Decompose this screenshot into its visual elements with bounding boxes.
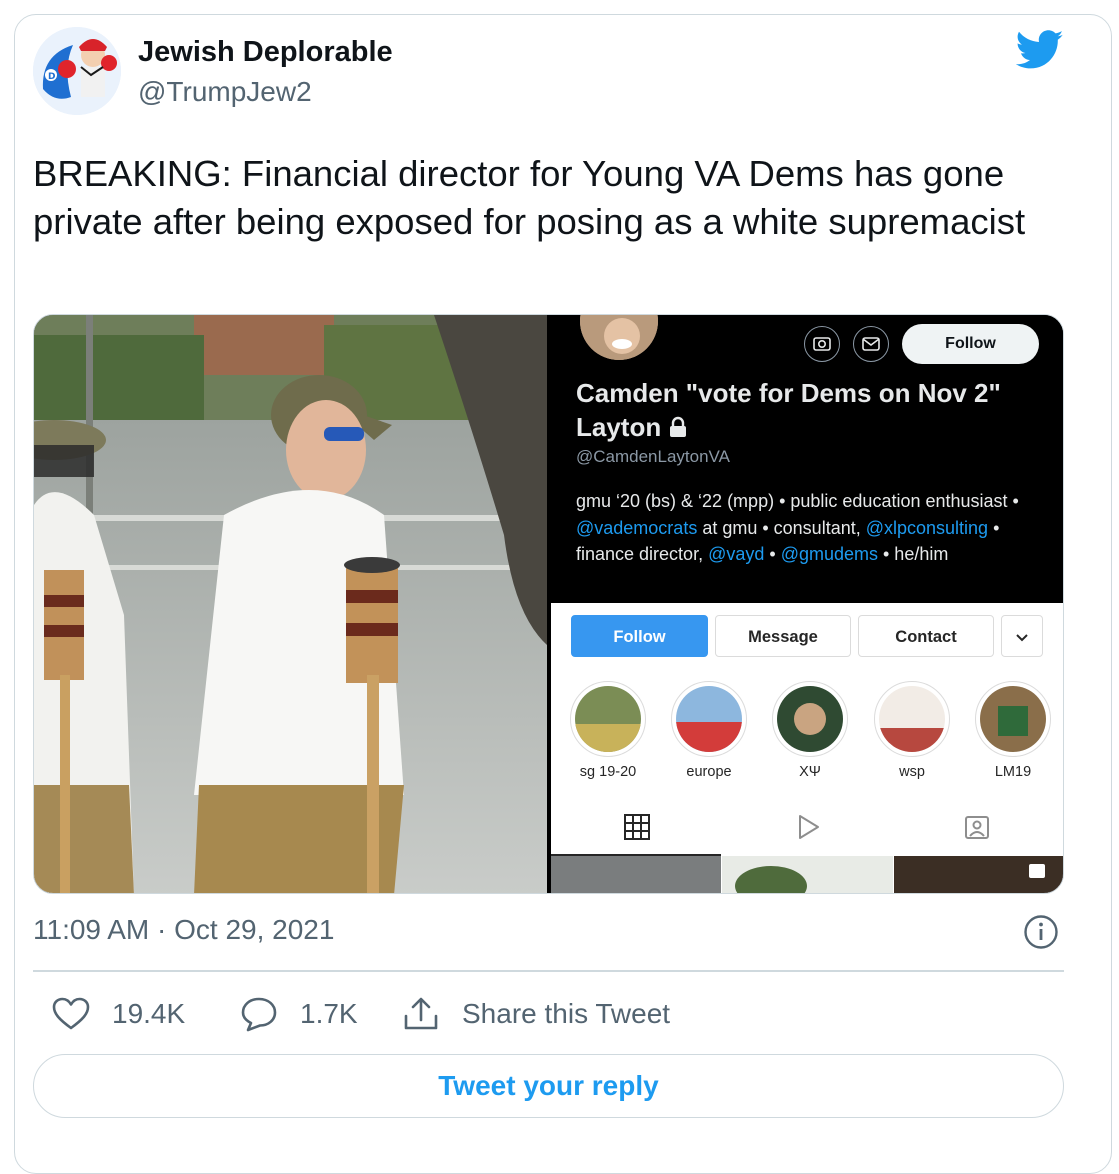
share-icon	[404, 997, 438, 1030]
twitter-bird-icon[interactable]	[1016, 30, 1064, 70]
ig-message-button[interactable]: Message	[715, 615, 851, 657]
profile-avatar	[577, 315, 661, 363]
reply-count: 1.7K	[300, 998, 358, 1029]
svg-text:D: D	[48, 72, 55, 82]
twitter-profile-panel: Follow Camden "vote for Dems on Nov 2" L…	[551, 315, 1063, 603]
share-label: Share this Tweet	[462, 998, 671, 1029]
highlight-item[interactable]: sg 19-20	[568, 681, 648, 780]
profile-bio: gmu ‘20 (bs) & ‘22 (mpp) • public educat…	[576, 491, 1019, 564]
tweet-media[interactable]: Follow Camden "vote for Dems on Nov 2" L…	[33, 314, 1064, 894]
tagged-icon[interactable]	[963, 813, 991, 841]
like-count: 19.4K	[112, 998, 186, 1029]
highlight-item[interactable]: europe	[669, 681, 749, 780]
divider	[33, 970, 1064, 972]
mention-link: @vayd	[708, 544, 765, 564]
chevron-down-icon	[1016, 633, 1028, 642]
grid-icon[interactable]	[623, 813, 651, 841]
share-button[interactable]: Share this Tweet	[402, 996, 670, 1032]
highlight-item[interactable]: XΨ	[770, 681, 850, 780]
twitter-follow-button[interactable]: Follow	[902, 324, 1039, 364]
info-icon[interactable]	[1023, 914, 1059, 950]
ig-contact-button[interactable]: Contact	[858, 615, 994, 657]
author-handle[interactable]: @TrumpJew2	[138, 76, 312, 108]
ig-more-button[interactable]	[1001, 615, 1043, 657]
photo-torch-bearers[interactable]	[34, 315, 547, 893]
tweet-timestamp[interactable]: 11:09 AM · Oct 29, 2021	[33, 914, 334, 946]
comment-icon	[241, 997, 277, 1032]
highlight-item[interactable]: LM19	[973, 681, 1053, 780]
profile-handle: @CamdenLaytonVA	[576, 447, 730, 466]
ig-follow-button[interactable]: Follow	[571, 615, 708, 657]
instagram-profile-panel: Follow Message Contact sg 19-20 europe X…	[551, 603, 1064, 894]
camera-icon[interactable]	[804, 326, 840, 362]
heart-icon	[52, 997, 90, 1030]
tweet-text: BREAKING: Financial director for Young V…	[33, 153, 1026, 242]
mention-link: @xlpconsulting	[865, 517, 989, 538]
reply-button[interactable]: 1.7K	[240, 996, 358, 1032]
reels-play-icon[interactable]	[794, 813, 822, 841]
mention-link: @vademocrats	[576, 517, 698, 538]
highlight-item[interactable]: wsp	[872, 681, 952, 780]
message-icon[interactable]	[853, 326, 889, 362]
lock-icon	[670, 416, 687, 437]
profile-screenshot[interactable]: Follow Camden "vote for Dems on Nov 2" L…	[551, 315, 1064, 894]
author-avatar[interactable]: D	[33, 27, 121, 115]
profile-name: Camden "vote for Dems on Nov 2" Layton	[576, 378, 1001, 442]
tweet-your-reply-button[interactable]: Tweet your reply	[33, 1054, 1064, 1118]
post-grid-thumbnails[interactable]	[551, 856, 1064, 894]
mention-link: @gmudems	[780, 544, 878, 564]
like-button[interactable]: 19.4K	[52, 996, 185, 1032]
author-name[interactable]: Jewish Deplorable	[138, 36, 393, 69]
